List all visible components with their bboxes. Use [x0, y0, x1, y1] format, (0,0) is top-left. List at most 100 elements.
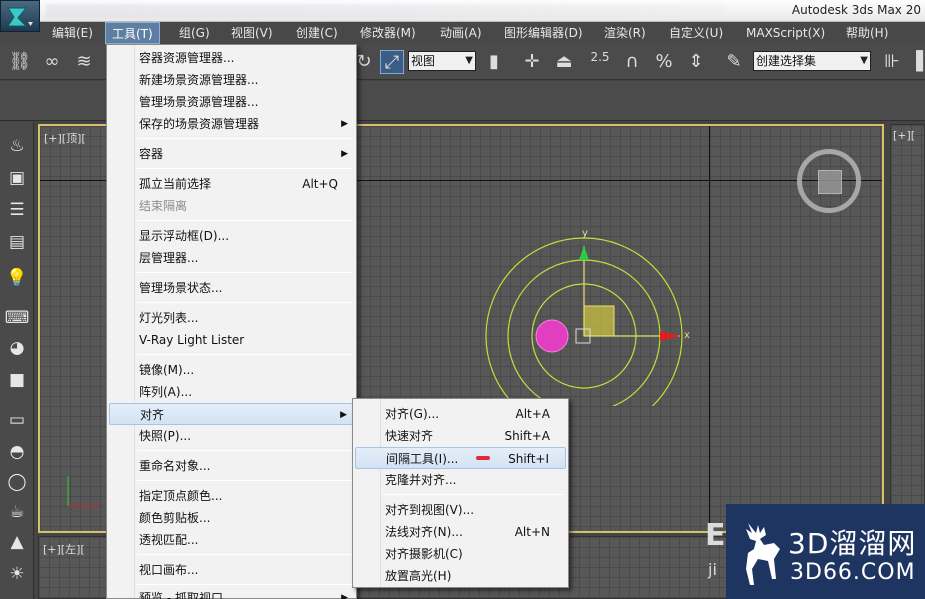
- menu-graph-editors[interactable]: 图形编辑器(D): [498, 22, 589, 44]
- named-selection-set-dropdown[interactable]: 创建选择集 ▼: [753, 51, 871, 71]
- menu-item-align[interactable]: 对齐 ▶: [109, 403, 354, 425]
- grid-panel-icon[interactable]: ▤: [4, 230, 30, 254]
- video-camera-icon[interactable]: ■: [4, 368, 30, 392]
- menu-create[interactable]: 创建(C): [290, 22, 344, 44]
- menu-item-shortcut: Alt+Q: [302, 177, 338, 191]
- light-bulb-icon[interactable]: 💡: [4, 266, 30, 290]
- pivot-center-icon[interactable]: ▮: [482, 50, 506, 74]
- viewport-label-left[interactable]: [+][左][: [43, 541, 85, 557]
- menu-maxscript[interactable]: MAXScript(X): [740, 22, 831, 44]
- snap-value: 2.5: [590, 50, 610, 64]
- menu-item-vray-light-lister[interactable]: V-Ray Light Lister: [109, 329, 354, 351]
- menu-separator: [137, 480, 352, 481]
- menu-separator: [137, 302, 352, 303]
- menu-item-new-scene-explorer[interactable]: 新建场景资源管理器...: [109, 69, 354, 91]
- snap-toggle-button[interactable]: 2.5: [588, 50, 612, 74]
- quick-access-toolbar: [46, 4, 726, 18]
- menu-item-manage-scene-states[interactable]: 管理场景状态...: [109, 277, 354, 299]
- list-icon[interactable]: ☰: [4, 198, 30, 222]
- menu-rendering[interactable]: 渲染(R): [598, 22, 652, 44]
- gizmo-x-label: x: [684, 330, 690, 341]
- menu-views[interactable]: 视图(V): [225, 22, 279, 44]
- menu-tools[interactable]: 工具(T): [105, 22, 160, 44]
- sphere-icon[interactable]: ◕: [4, 336, 30, 360]
- keyboard-shortcut-override-icon[interactable]: ⏏: [552, 50, 576, 74]
- app-logo-button[interactable]: [0, 0, 40, 32]
- transform-gizmo[interactable]: y x: [470, 216, 710, 406]
- selected-object: [535, 319, 569, 353]
- align-icon[interactable]: ▐: [904, 50, 925, 74]
- edit-named-selection-icon[interactable]: ✎: [722, 50, 746, 74]
- menu-item-rename-objects[interactable]: 重命名对象...: [109, 455, 354, 477]
- teapot-icon[interactable]: ♨: [4, 134, 30, 158]
- menu-item-saved-scene-explorers[interactable]: 保存的场景资源管理器 ▶: [109, 113, 354, 135]
- viewcube-icon[interactable]: [797, 149, 861, 213]
- bind-spacewarp-icon[interactable]: ≋: [72, 50, 96, 74]
- ring-icon[interactable]: ◯: [4, 470, 30, 494]
- camera-icon[interactable]: ⌨: [4, 306, 30, 330]
- teapot-small-icon[interactable]: ☕: [4, 500, 30, 524]
- plane-icon[interactable]: ▭: [4, 408, 30, 432]
- menu-item-label: 快照(P)...: [139, 429, 192, 443]
- menu-modifiers[interactable]: 修改器(M): [354, 22, 422, 44]
- hemisphere-icon[interactable]: ◓: [4, 440, 30, 464]
- menu-item-label: 容器: [139, 147, 164, 161]
- viewport-label-front[interactable]: [+][: [893, 129, 915, 142]
- menu-item-label: 对齐摄影机(C): [385, 547, 463, 561]
- menu-item-label: 保存的场景资源管理器: [139, 117, 260, 131]
- percent-snap-icon[interactable]: %: [652, 50, 676, 74]
- menu-item-color-clipboard[interactable]: 颜色剪贴板...: [109, 507, 354, 529]
- angle-snap-icon[interactable]: ∩: [620, 50, 644, 74]
- reference-coordinate-value: 视图: [411, 54, 436, 68]
- viewport-front[interactable]: [+][: [890, 124, 925, 533]
- render-frame-icon[interactable]: ▣: [4, 166, 30, 190]
- reference-coordinate-dropdown[interactable]: 视图 ▼: [408, 51, 476, 71]
- menu-item-quick-align[interactable]: 快速对齐 Shift+A: [355, 425, 566, 447]
- gizmo-x-arrow: [660, 331, 680, 341]
- menu-item-label: 视口画布...: [139, 563, 199, 577]
- menu-item-spacing-tool[interactable]: 间隔工具(I)... Shift+I: [355, 447, 566, 469]
- menu-item-align-tool[interactable]: 对齐(G)... Alt+A: [355, 403, 566, 425]
- menu-item-align-to-view[interactable]: 对齐到视图(V)...: [355, 499, 566, 521]
- menu-item-align-camera[interactable]: 对齐摄影机(C): [355, 543, 566, 565]
- menu-item-place-highlight[interactable]: 放置高光(H): [355, 565, 566, 587]
- menu-item-clone-and-align[interactable]: 克隆并对齐...: [355, 469, 566, 491]
- mirror-icon[interactable]: ⊪: [880, 50, 904, 74]
- viewport-label-top[interactable]: [+][顶][: [44, 130, 86, 146]
- menu-item-layer-manager[interactable]: 层管理器...: [109, 247, 354, 269]
- menu-item-label: 对齐: [140, 408, 165, 422]
- unlink-icon[interactable]: ∞: [40, 50, 64, 74]
- menu-item-label: 对齐到视图(V)...: [385, 503, 475, 517]
- select-link-icon[interactable]: ⛓: [8, 50, 32, 74]
- spinner-snap-icon[interactable]: ⇕: [684, 50, 708, 74]
- scale-icon[interactable]: ⤢: [380, 50, 404, 74]
- menu-item-array[interactable]: 阵列(A)...: [109, 381, 354, 403]
- menu-item-viewport-canvas[interactable]: 视口画布...: [109, 559, 354, 581]
- menu-item-snapshot[interactable]: 快照(P)...: [109, 425, 354, 447]
- menu-item-containers[interactable]: 容器 ▶: [109, 143, 354, 165]
- menu-item-manage-scene-explorer[interactable]: 管理场景资源管理器...: [109, 91, 354, 113]
- menu-separator: [137, 220, 352, 221]
- menu-item-container-explorer[interactable]: 容器资源管理器...: [109, 47, 354, 69]
- menu-item-shortcut: Shift+A: [504, 429, 550, 443]
- menu-customize[interactable]: 自定义(U): [663, 22, 729, 44]
- align-submenu: 对齐(G)... Alt+A 快速对齐 Shift+A 间隔工具(I)... Shif…: [352, 398, 569, 588]
- menu-item-label: 预览 - 抓取视口: [139, 591, 223, 599]
- menu-group[interactable]: 组(G): [173, 22, 216, 44]
- menu-item-isolate-selection[interactable]: 孤立当前选择 Alt+Q: [109, 173, 354, 195]
- select-manipulate-icon[interactable]: ✛: [520, 50, 544, 74]
- sun-icon[interactable]: ☀: [4, 562, 30, 586]
- menu-item-display-floater[interactable]: 显示浮动框(D)...: [109, 225, 354, 247]
- menu-item-assign-vertex-colors[interactable]: 指定顶点颜色...: [109, 485, 354, 507]
- menu-item-normal-align[interactable]: 法线对齐(N)... Alt+N: [355, 521, 566, 543]
- gizmo-y-arrow: [579, 246, 589, 260]
- menu-help[interactable]: 帮助(H): [840, 22, 894, 44]
- menu-item-preview-grab-viewport[interactable]: 预览 - 抓取视口 ▶: [109, 587, 354, 599]
- menu-item-mirror[interactable]: 镜像(M)...: [109, 359, 354, 381]
- menu-item-label: 镜像(M)...: [139, 363, 195, 377]
- menu-item-perspective-match[interactable]: 透视匹配...: [109, 529, 354, 551]
- menu-animation[interactable]: 动画(A): [434, 22, 488, 44]
- menu-edit[interactable]: 编辑(E): [46, 22, 99, 44]
- cone-icon[interactable]: ▲: [4, 530, 30, 554]
- menu-item-light-lister[interactable]: 灯光列表...: [109, 307, 354, 329]
